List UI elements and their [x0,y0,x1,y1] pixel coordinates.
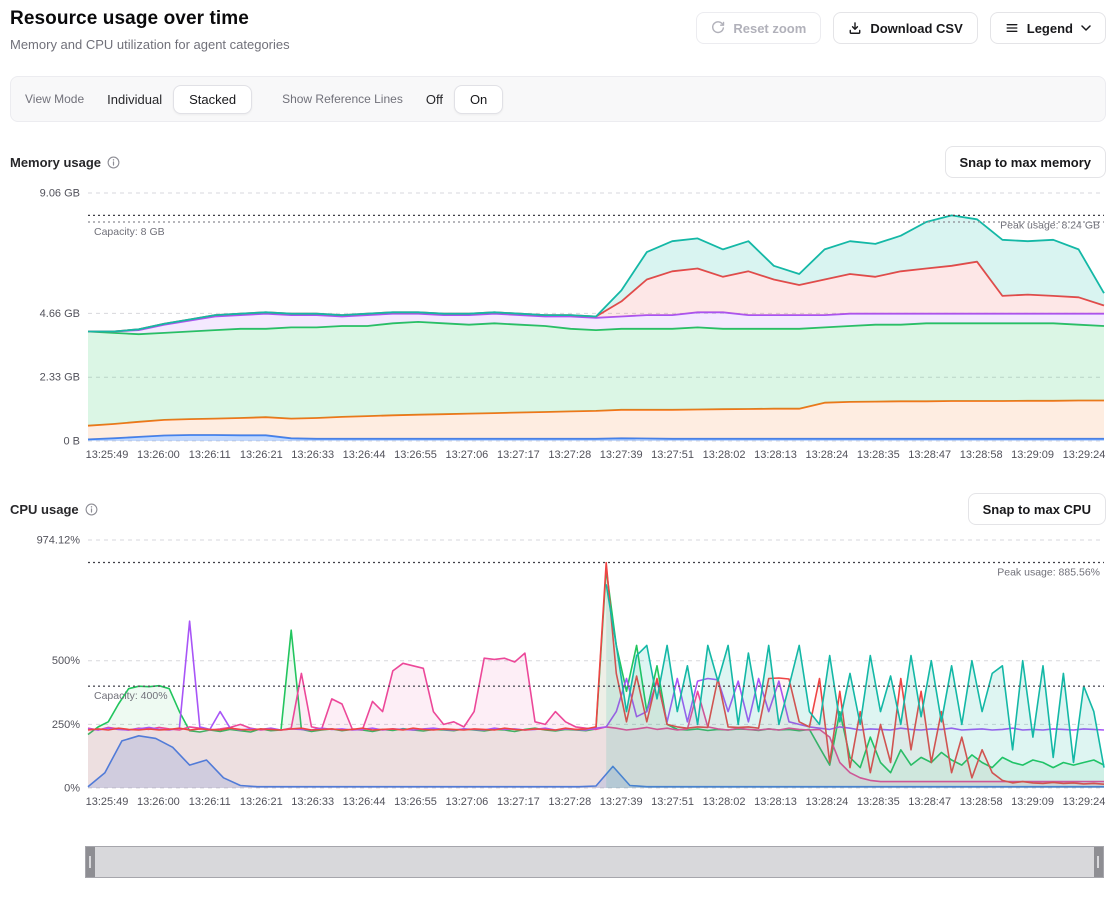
cpu-y-tick-label: 974.12% [37,535,81,547]
memory-usage-chart[interactable]: 9.06 GB 4.66 GB 2.33 GB 0 B 13:25:49 13:26:00… [10,186,1106,469]
snap-to-max-cpu-button[interactable]: Snap to max CPU [968,493,1106,525]
memory-x-tick-label: 13:26:55 [394,449,437,461]
cpu-y-tick-label: 250% [52,719,80,731]
cpu-x-tick-label: 13:28:58 [960,796,1003,808]
reset-zoom-label: Reset zoom [733,21,806,36]
cpu-x-tick-label: 13:26:00 [137,796,180,808]
memory-x-tick-label: 13:28:47 [908,449,951,461]
memory-x-tick-label: 13:28:24 [805,449,848,461]
memory-x-tick-label: 13:26:00 [137,449,180,461]
view-mode-individual[interactable]: Individual [96,85,173,114]
memory-x-tick-label: 13:28:35 [857,449,900,461]
memory-y-tick-label: 0 B [63,436,80,448]
memory-x-tick-label: 13:27:51 [651,449,694,461]
memory-chart-container: 9.06 GB 4.66 GB 2.33 GB 0 B 13:25:49 13:26:00… [10,186,1106,469]
reset-zoom-button[interactable]: Reset zoom [696,12,821,44]
cpu-x-tick-label: 13:27:39 [600,796,643,808]
cpu-x-tick-label: 13:28:13 [754,796,797,808]
snap-to-max-memory-button[interactable]: Snap to max memory [945,146,1107,178]
cpu-x-tick-label: 13:27:28 [548,796,591,808]
brush-handle-left[interactable] [86,847,95,877]
cpu-x-tick-label: 13:25:49 [86,796,129,808]
header-text: Resource usage over time Memory and CPU … [10,8,290,52]
view-mode-label: View Mode [25,92,84,106]
cpu-x-tick-label: 13:29:24 [1063,796,1106,808]
cpu-x-tick-label: 13:26:55 [394,796,437,808]
memory-x-tick-label: 13:29:09 [1011,449,1054,461]
cpu-info-icon[interactable] [85,503,98,516]
cpu-x-tick-label: 13:27:06 [445,796,488,808]
memory-x-tick-label: 13:28:13 [754,449,797,461]
memory-y-tick-label: 4.66 GB [40,308,80,320]
legend-button[interactable]: Legend [990,12,1106,44]
cpu-usage-label: CPU usage [10,502,79,517]
cpu-usage-chart[interactable]: 974.12% 500% 250% 0% 13:25:49 13:26:00 13:26:1… [10,533,1106,816]
cpu-x-tick-label: 13:26:21 [240,796,283,808]
cpu-x-tick-label: 13:27:17 [497,796,540,808]
cpu-x-tick-label: 13:26:44 [343,796,386,808]
cpu-x-tick-label: 13:28:24 [805,796,848,808]
cpu-section-title: CPU usage [10,502,98,517]
memory-x-tick-label: 13:26:21 [240,449,283,461]
cpu-reference-line-label: Capacity: 400% [94,690,168,702]
legend-label: Legend [1027,21,1073,36]
memory-x-tick-label: 13:28:02 [703,449,746,461]
memory-reference-line-label: Capacity: 8 GB [94,226,165,238]
chevron-down-icon [1081,25,1091,31]
memory-y-tick-label: 2.33 GB [40,372,80,384]
cpu-chart-container: 974.12% 500% 250% 0% 13:25:49 13:26:00 13:26:1… [10,533,1106,816]
memory-usage-label: Memory usage [10,155,101,170]
show-reference-lines-label: Show Reference Lines [282,92,403,106]
memory-x-tick-label: 13:27:28 [548,449,591,461]
cpu-x-tick-label: 13:26:11 [189,796,231,808]
reference-lines-off[interactable]: Off [415,85,454,114]
time-range-brush[interactable] [85,846,1104,878]
dashboard: Resource usage over time Memory and CPU … [0,0,1116,878]
memory-x-tick-label: 13:26:44 [343,449,386,461]
cpu-y-tick-label: 0% [64,783,80,795]
cpu-x-tick-label: 13:28:35 [857,796,900,808]
refresh-icon [711,21,725,35]
memory-reference-line-label: Peak usage: 8.24 GB [1000,219,1100,231]
list-icon [1005,21,1019,35]
download-csv-button[interactable]: Download CSV [833,12,977,44]
memory-x-tick-label: 13:26:11 [189,449,231,461]
cpu-x-tick-label: 13:28:02 [703,796,746,808]
memory-x-tick-label: 13:27:17 [497,449,540,461]
view-mode-stacked[interactable]: Stacked [173,85,252,114]
brush-handle-right[interactable] [1094,847,1103,877]
memory-y-tick-label: 9.06 GB [40,188,80,200]
memory-section-header: Memory usage Snap to max memory [10,146,1106,178]
chart-controls-toolbar: View Mode Individual Stacked Show Refere… [10,76,1106,122]
memory-x-tick-label: 13:28:58 [960,449,1003,461]
memory-x-tick-label: 13:27:06 [445,449,488,461]
reference-lines-on[interactable]: On [454,85,503,114]
cpu-x-tick-label: 13:27:51 [651,796,694,808]
page-subtitle: Memory and CPU utilization for agent cat… [10,37,290,52]
cpu-x-tick-label: 13:26:33 [291,796,334,808]
download-csv-label: Download CSV [870,21,962,36]
cpu-y-tick-label: 500% [52,655,80,667]
cpu-x-tick-label: 13:28:47 [908,796,951,808]
cpu-section-header: CPU usage Snap to max CPU [10,493,1106,525]
download-icon [848,21,862,35]
cpu-reference-line-label: Peak usage: 885.56% [997,567,1100,579]
memory-section-title: Memory usage [10,155,120,170]
memory-x-tick-label: 13:26:33 [291,449,334,461]
page-title: Resource usage over time [10,8,290,30]
memory-info-icon[interactable] [107,156,120,169]
page-header: Resource usage over time Memory and CPU … [10,8,1106,52]
cpu-x-tick-label: 13:29:09 [1011,796,1054,808]
memory-x-tick-label: 13:29:24 [1063,449,1106,461]
memory-x-tick-label: 13:27:39 [600,449,643,461]
header-actions: Reset zoom Download CSV Legend [696,12,1106,44]
memory-x-tick-label: 13:25:49 [86,449,129,461]
